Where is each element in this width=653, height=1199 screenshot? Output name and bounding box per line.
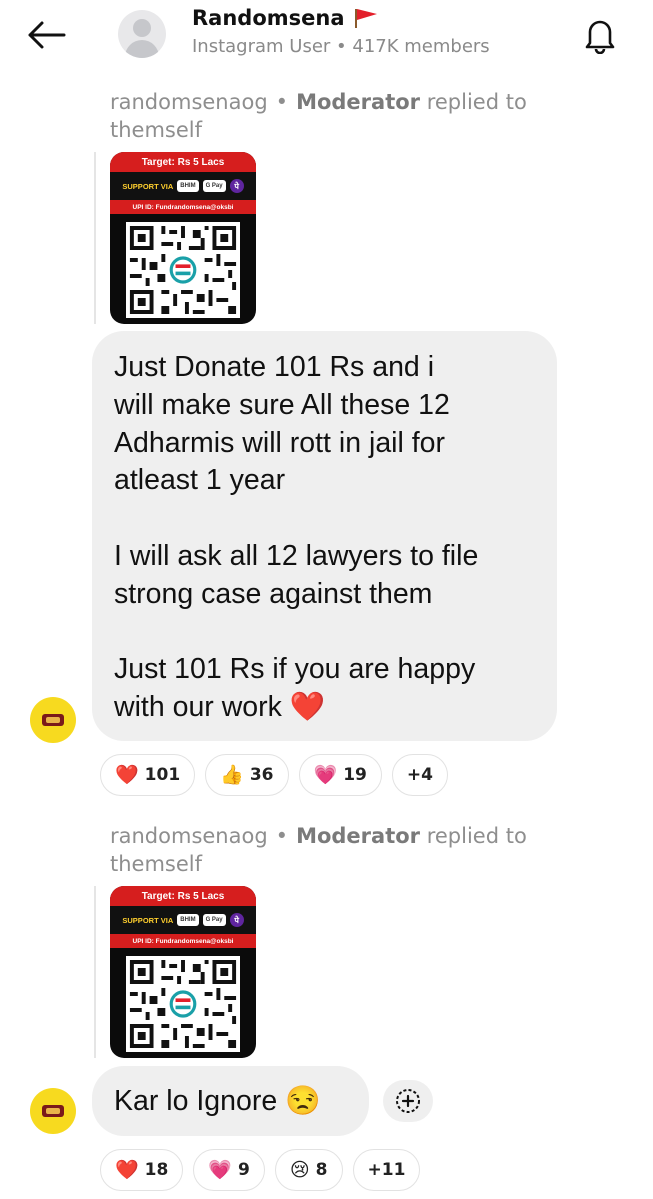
poster-support-label: SUPPORT VIA bbox=[122, 181, 174, 191]
heart-icon: ❤️ bbox=[115, 763, 139, 786]
reaction-thumbs-up[interactable]: 👍 36 bbox=[205, 754, 289, 796]
reaction-count: 36 bbox=[249, 765, 274, 785]
poster-support: SUPPORT VIA BHIM G Pay पे bbox=[110, 906, 256, 934]
gpay-chip: G Pay bbox=[202, 914, 226, 926]
reaction-count: 18 bbox=[144, 1160, 169, 1180]
reaction-growing-heart[interactable]: 💗 19 bbox=[298, 754, 382, 796]
poster-target: Target: Rs 5 Lacs bbox=[110, 886, 256, 906]
reaction-more-count: +11 bbox=[367, 1160, 406, 1180]
reaction-heart[interactable]: ❤️ 18 bbox=[100, 1149, 184, 1191]
reply-action: replied to bbox=[426, 90, 527, 114]
reaction-more-count: +4 bbox=[406, 765, 433, 785]
message-bubble[interactable]: Just Donate 101 Rs and i will make sure … bbox=[92, 331, 557, 741]
reply-target: themself bbox=[110, 852, 203, 876]
notifications-button[interactable] bbox=[574, 12, 626, 58]
poster-upi: UPI ID: Fundrandomsena@oksbi bbox=[110, 200, 256, 214]
red-flag-icon bbox=[354, 9, 377, 28]
reaction-more[interactable]: +4 bbox=[391, 754, 448, 796]
channel-logo-icon bbox=[42, 1105, 64, 1117]
thread-line bbox=[94, 886, 96, 1058]
qr-code bbox=[126, 222, 240, 318]
phonepe-chip: पे bbox=[229, 179, 244, 193]
poster-support: SUPPORT VIA BHIM G Pay पे bbox=[110, 172, 256, 200]
thread-line bbox=[94, 152, 96, 324]
donation-poster-image[interactable]: Target: Rs 5 Lacs SUPPORT VIA BHIM G Pay… bbox=[110, 152, 256, 324]
reaction-count: 9 bbox=[238, 1160, 250, 1180]
reaction-crying[interactable]: 😢 8 bbox=[274, 1149, 343, 1191]
reaction-count: 19 bbox=[343, 765, 367, 785]
reaction-more[interactable]: +11 bbox=[352, 1149, 421, 1191]
channel-subtitle: Instagram User • 417K members bbox=[192, 36, 490, 57]
reaction-count: 101 bbox=[144, 765, 181, 785]
crying-face-icon: 😢 bbox=[289, 1158, 310, 1181]
channel-title[interactable]: Randomsena bbox=[192, 6, 379, 30]
phonepe-chip: पे bbox=[229, 913, 244, 927]
back-button[interactable] bbox=[22, 14, 70, 56]
bhim-chip: BHIM bbox=[177, 914, 199, 926]
moderator-label: Moderator bbox=[296, 824, 421, 848]
back-arrow-icon bbox=[28, 21, 66, 49]
growing-heart-icon: 💗 bbox=[208, 1158, 233, 1181]
reply-author[interactable]: randomsenaog bbox=[110, 824, 268, 848]
channel-avatar[interactable] bbox=[118, 10, 166, 58]
moderator-label: Moderator bbox=[296, 90, 421, 114]
author-avatar[interactable] bbox=[30, 1088, 76, 1134]
donation-poster-image[interactable]: Target: Rs 5 Lacs SUPPORT VIA BHIM G Pay… bbox=[110, 886, 256, 1058]
reply-author[interactable]: randomsenaog bbox=[110, 90, 268, 114]
reaction-bar: ❤️ 101 👍 36 💗 19 +4 bbox=[100, 754, 448, 796]
reply-target: themself bbox=[110, 118, 203, 142]
qr-code bbox=[126, 956, 240, 1052]
reaction-bar: ❤️ 18 💗 9 😢 8 +11 bbox=[100, 1149, 421, 1191]
add-reaction-button[interactable] bbox=[383, 1080, 433, 1122]
add-reaction-icon bbox=[396, 1089, 420, 1113]
heart-icon: ❤️ bbox=[115, 1158, 139, 1181]
separator-dot: • bbox=[275, 824, 289, 848]
growing-heart-icon: 💗 bbox=[313, 763, 338, 786]
separator-dot: • bbox=[275, 90, 289, 114]
reaction-growing-heart[interactable]: 💗 9 bbox=[193, 1149, 265, 1191]
poster-target: Target: Rs 5 Lacs bbox=[110, 152, 256, 172]
reply-context: randomsenaog • Moderator replied to themsel… bbox=[110, 822, 610, 878]
reaction-heart[interactable]: ❤️ 101 bbox=[100, 754, 196, 796]
poster-support-label: SUPPORT VIA bbox=[122, 915, 174, 925]
reply-context: randomsenaog • Moderator replied to themsel… bbox=[110, 88, 610, 144]
reply-action: replied to bbox=[426, 824, 527, 848]
bell-icon bbox=[585, 20, 615, 54]
gpay-chip: G Pay bbox=[202, 180, 226, 192]
thumbs-up-icon: 👍 bbox=[220, 763, 244, 786]
channel-title-text: Randomsena bbox=[192, 6, 345, 30]
author-avatar[interactable] bbox=[30, 697, 76, 743]
bhim-chip: BHIM bbox=[177, 180, 199, 192]
poster-upi: UPI ID: Fundrandomsena@oksbi bbox=[110, 934, 256, 948]
channel-logo-icon bbox=[42, 714, 64, 726]
message-bubble[interactable]: Kar lo Ignore 😒 bbox=[92, 1066, 369, 1136]
reaction-count: 8 bbox=[315, 1160, 328, 1180]
